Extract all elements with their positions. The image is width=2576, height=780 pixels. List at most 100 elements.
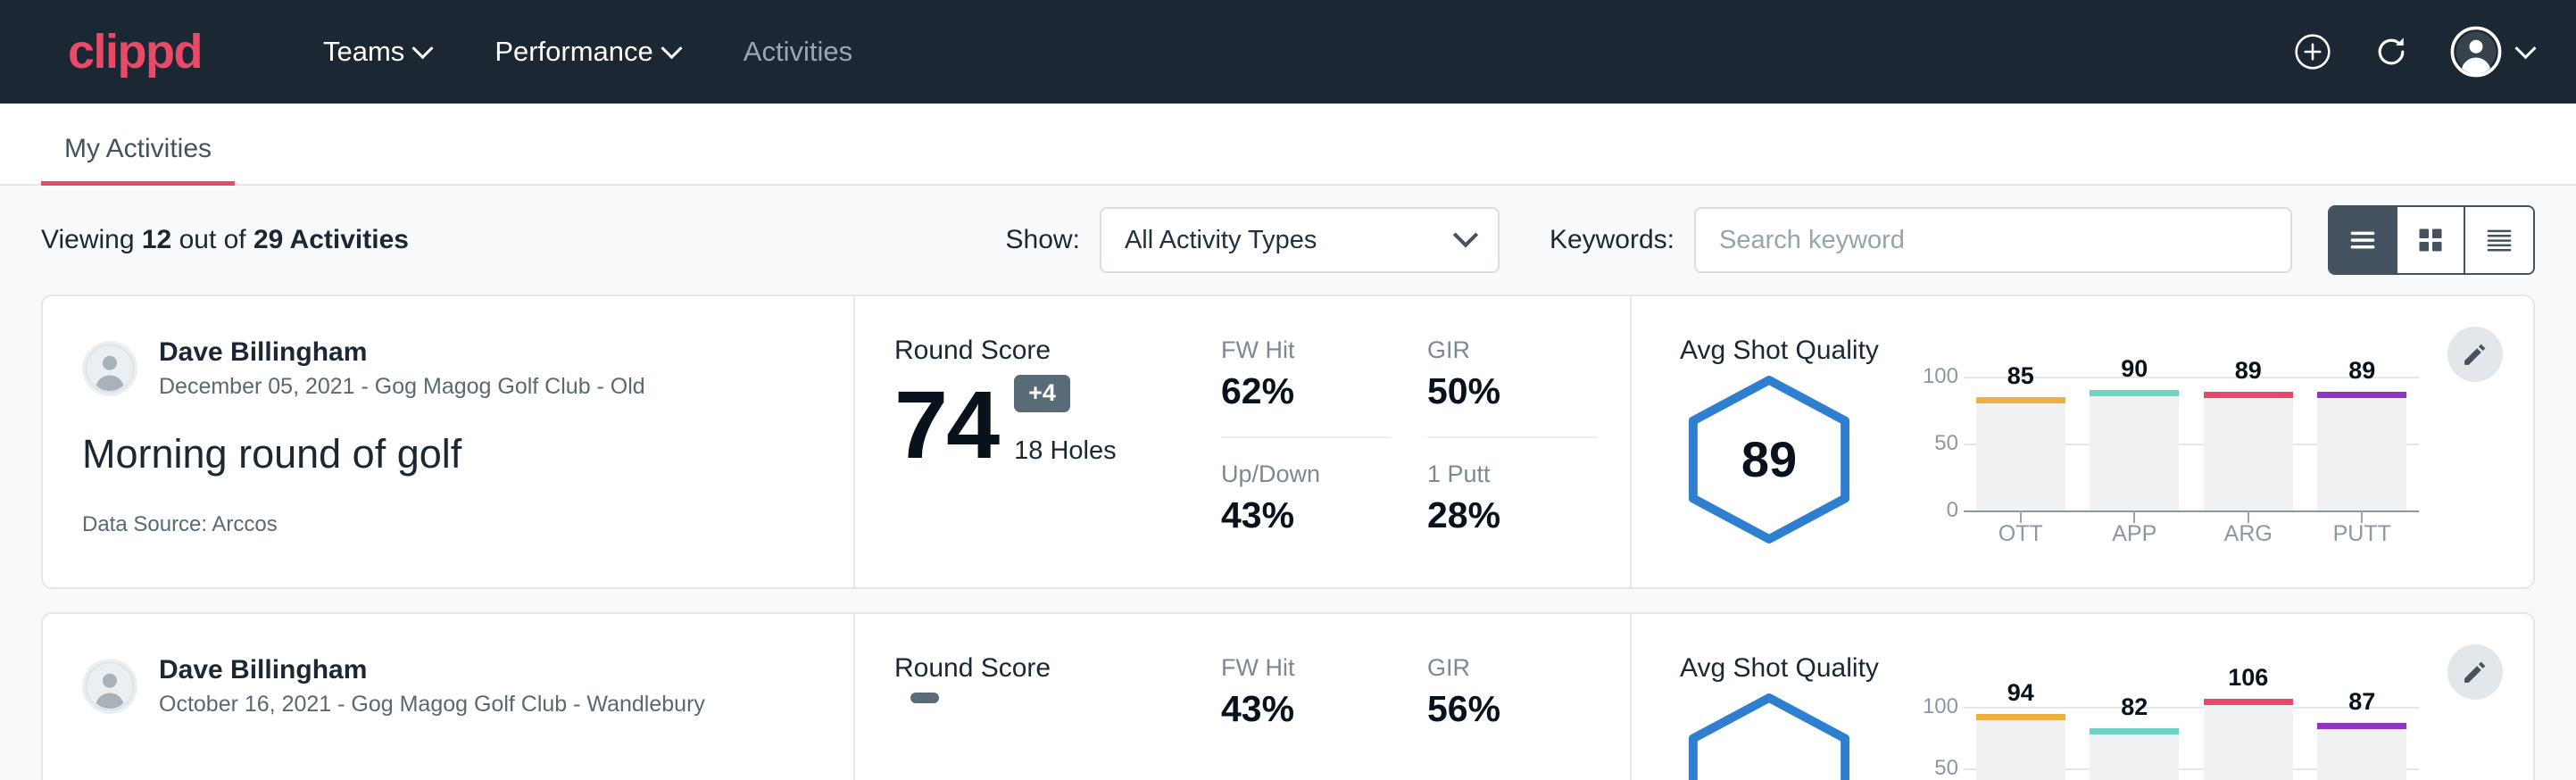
bar-app: 82 (2085, 694, 2183, 780)
view-mode-grid-button[interactable] (2397, 207, 2465, 273)
bar-putt-body (2317, 392, 2406, 511)
bar-arg-value: 89 (2235, 359, 2262, 383)
nav-item-performance[interactable]: Performance (462, 36, 710, 68)
x-label-arg: ARG (2199, 521, 2298, 547)
bar-ott-body (1976, 714, 2065, 780)
quality-hexagon: 89 (1680, 375, 1858, 544)
quality-hexagon (1680, 693, 1858, 780)
quality-hexagon-value (1680, 693, 1858, 780)
viewing-prefix: Viewing (41, 225, 142, 254)
bar-putt: 89 (2313, 377, 2411, 510)
bar-putt: 87 (2313, 694, 2411, 780)
stat-gir-value: 50% (1427, 371, 1598, 411)
stat-up-down-label: Up/Down (1221, 460, 1392, 488)
round-stats-column: FW Hit 43% GIR 56% (1221, 614, 1632, 780)
view-mode-compact-button[interactable] (2465, 207, 2533, 273)
view-mode-toggle-group (2328, 205, 2535, 275)
bar-arg: 89 (2199, 377, 2298, 510)
holes-played: 18 Holes (1014, 436, 1116, 466)
x-tick-ott (2020, 510, 2022, 523)
stat-gir-label: GIR (1427, 336, 1598, 364)
shot-quality-chart: 100 50 0 94 (1903, 689, 2419, 780)
account-menu[interactable] (2450, 26, 2533, 78)
x-tick-app (2133, 510, 2135, 523)
add-button[interactable] (2293, 32, 2332, 71)
nav-item-teams[interactable]: Teams (291, 36, 462, 68)
nav-item-activities-label: Activities (744, 36, 852, 68)
stat-fw-hit: FW Hit 62% (1221, 336, 1392, 438)
bar-putt-value: 89 (2348, 359, 2375, 383)
plus-circle-icon (2293, 32, 2332, 71)
view-mode-list-button[interactable] (2330, 207, 2397, 273)
avg-shot-quality-label: Avg Shot Quality (1680, 336, 2533, 366)
x-label-app: APP (2085, 521, 2183, 547)
stat-up-down-value: 43% (1221, 495, 1392, 535)
person-avatar-icon (84, 660, 136, 712)
stat-one-putt-label: 1 Putt (1427, 460, 1598, 488)
avg-shot-quality-label: Avg Shot Quality (1680, 653, 2533, 684)
chart-x-labels: OTT APP ARG PUTT (1964, 521, 2419, 547)
shot-quality-chart-plot: 100 50 0 85 (1903, 371, 2419, 510)
avatar (82, 659, 137, 714)
round-score-meta: +4 18 Holes (1014, 375, 1116, 471)
primary-nav: Teams Performance Activities (291, 36, 885, 68)
edit-activity-button[interactable] (2447, 327, 2503, 382)
chart-y-axis: 100 50 0 (1903, 694, 1958, 780)
bar-ott: 94 (1972, 694, 2070, 780)
person-name: Dave Billingham (159, 653, 705, 687)
bar-ott-body (1976, 397, 2065, 511)
avg-shot-quality-column: Avg Shot Quality 89 100 50 0 (1632, 296, 2533, 587)
activity-list[interactable]: Dave Billingham December 05, 2021 - Gog … (0, 295, 2576, 780)
bar-ott-value: 85 (2007, 364, 2034, 388)
grid-icon (2413, 222, 2448, 258)
bar-app-body (2090, 728, 2179, 780)
compact-list-icon (2481, 222, 2517, 258)
y-tick-100: 100 (1903, 694, 1958, 719)
bar-app-value: 90 (2121, 357, 2148, 381)
stat-fw-hit: FW Hit 43% (1221, 653, 1392, 780)
nav-item-activities[interactable]: Activities (711, 36, 885, 68)
bar-app-body (2090, 390, 2179, 510)
activity-date-venue: December 05, 2021 - Gog Magog Golf Club … (159, 372, 645, 402)
activity-type-select[interactable]: All Activity Types (1100, 207, 1500, 273)
score-differential-badge: +4 (1014, 375, 1070, 412)
round-score-value-row: 74 +4 18 Holes (894, 375, 1221, 471)
tab-strip: My Activities (0, 104, 2576, 186)
chart-bars: 85 90 89 (1964, 377, 2419, 510)
show-label: Show: (1006, 225, 1080, 255)
activity-person: Dave Billingham October 16, 2021 - Gog M… (82, 653, 827, 719)
chevron-down-icon (412, 37, 434, 59)
filter-controls: Show: All Activity Types Keywords: (1006, 205, 2535, 275)
shot-quality-chart-plot: 100 50 0 94 (1903, 689, 2419, 780)
score-differential-badge (910, 693, 939, 703)
y-tick-50: 50 (1903, 756, 1958, 780)
refresh-button[interactable] (2372, 32, 2411, 71)
activity-card[interactable]: Dave Billingham December 05, 2021 - Gog … (41, 295, 2535, 589)
search-input[interactable] (1694, 207, 2292, 273)
top-navigation-bar: clippd Teams Performance Activities (0, 0, 2576, 104)
activity-card[interactable]: Dave Billingham October 16, 2021 - Gog M… (41, 612, 2535, 780)
viewing-count: 12 (142, 225, 171, 254)
chevron-down-icon (2514, 37, 2536, 59)
pencil-icon (2460, 657, 2490, 687)
shot-quality-chart: 100 50 0 85 (1903, 371, 2419, 547)
chevron-down-icon (1453, 222, 1478, 247)
nav-item-performance-label: Performance (494, 36, 652, 68)
stat-one-putt: 1 Putt 28% (1427, 460, 1598, 548)
round-score-label: Round Score (894, 653, 1221, 684)
avg-shot-quality-body: 89 100 50 0 (1680, 371, 2533, 547)
edit-activity-button[interactable] (2447, 644, 2503, 700)
stat-fw-hit-label: FW Hit (1221, 653, 1392, 682)
round-stats-column: FW Hit 62% GIR 50% Up/Down 43% 1 Putt 28… (1221, 296, 1632, 587)
filter-bar: Viewing 12 out of 29 Activities Show: Al… (0, 186, 2576, 295)
list-icon (2345, 222, 2381, 258)
stat-fw-hit-label: FW Hit (1221, 336, 1392, 364)
round-score-meta (910, 693, 939, 780)
tab-my-activities[interactable]: My Activities (41, 134, 235, 184)
clippd-logo[interactable]: clippd (68, 28, 202, 76)
stat-gir-label: GIR (1427, 653, 1598, 682)
tab-my-activities-label: My Activities (64, 134, 212, 163)
viewing-middle: out of (171, 225, 253, 254)
refresh-icon (2372, 32, 2411, 71)
avg-shot-quality-body: 100 50 0 94 (1680, 689, 2533, 780)
